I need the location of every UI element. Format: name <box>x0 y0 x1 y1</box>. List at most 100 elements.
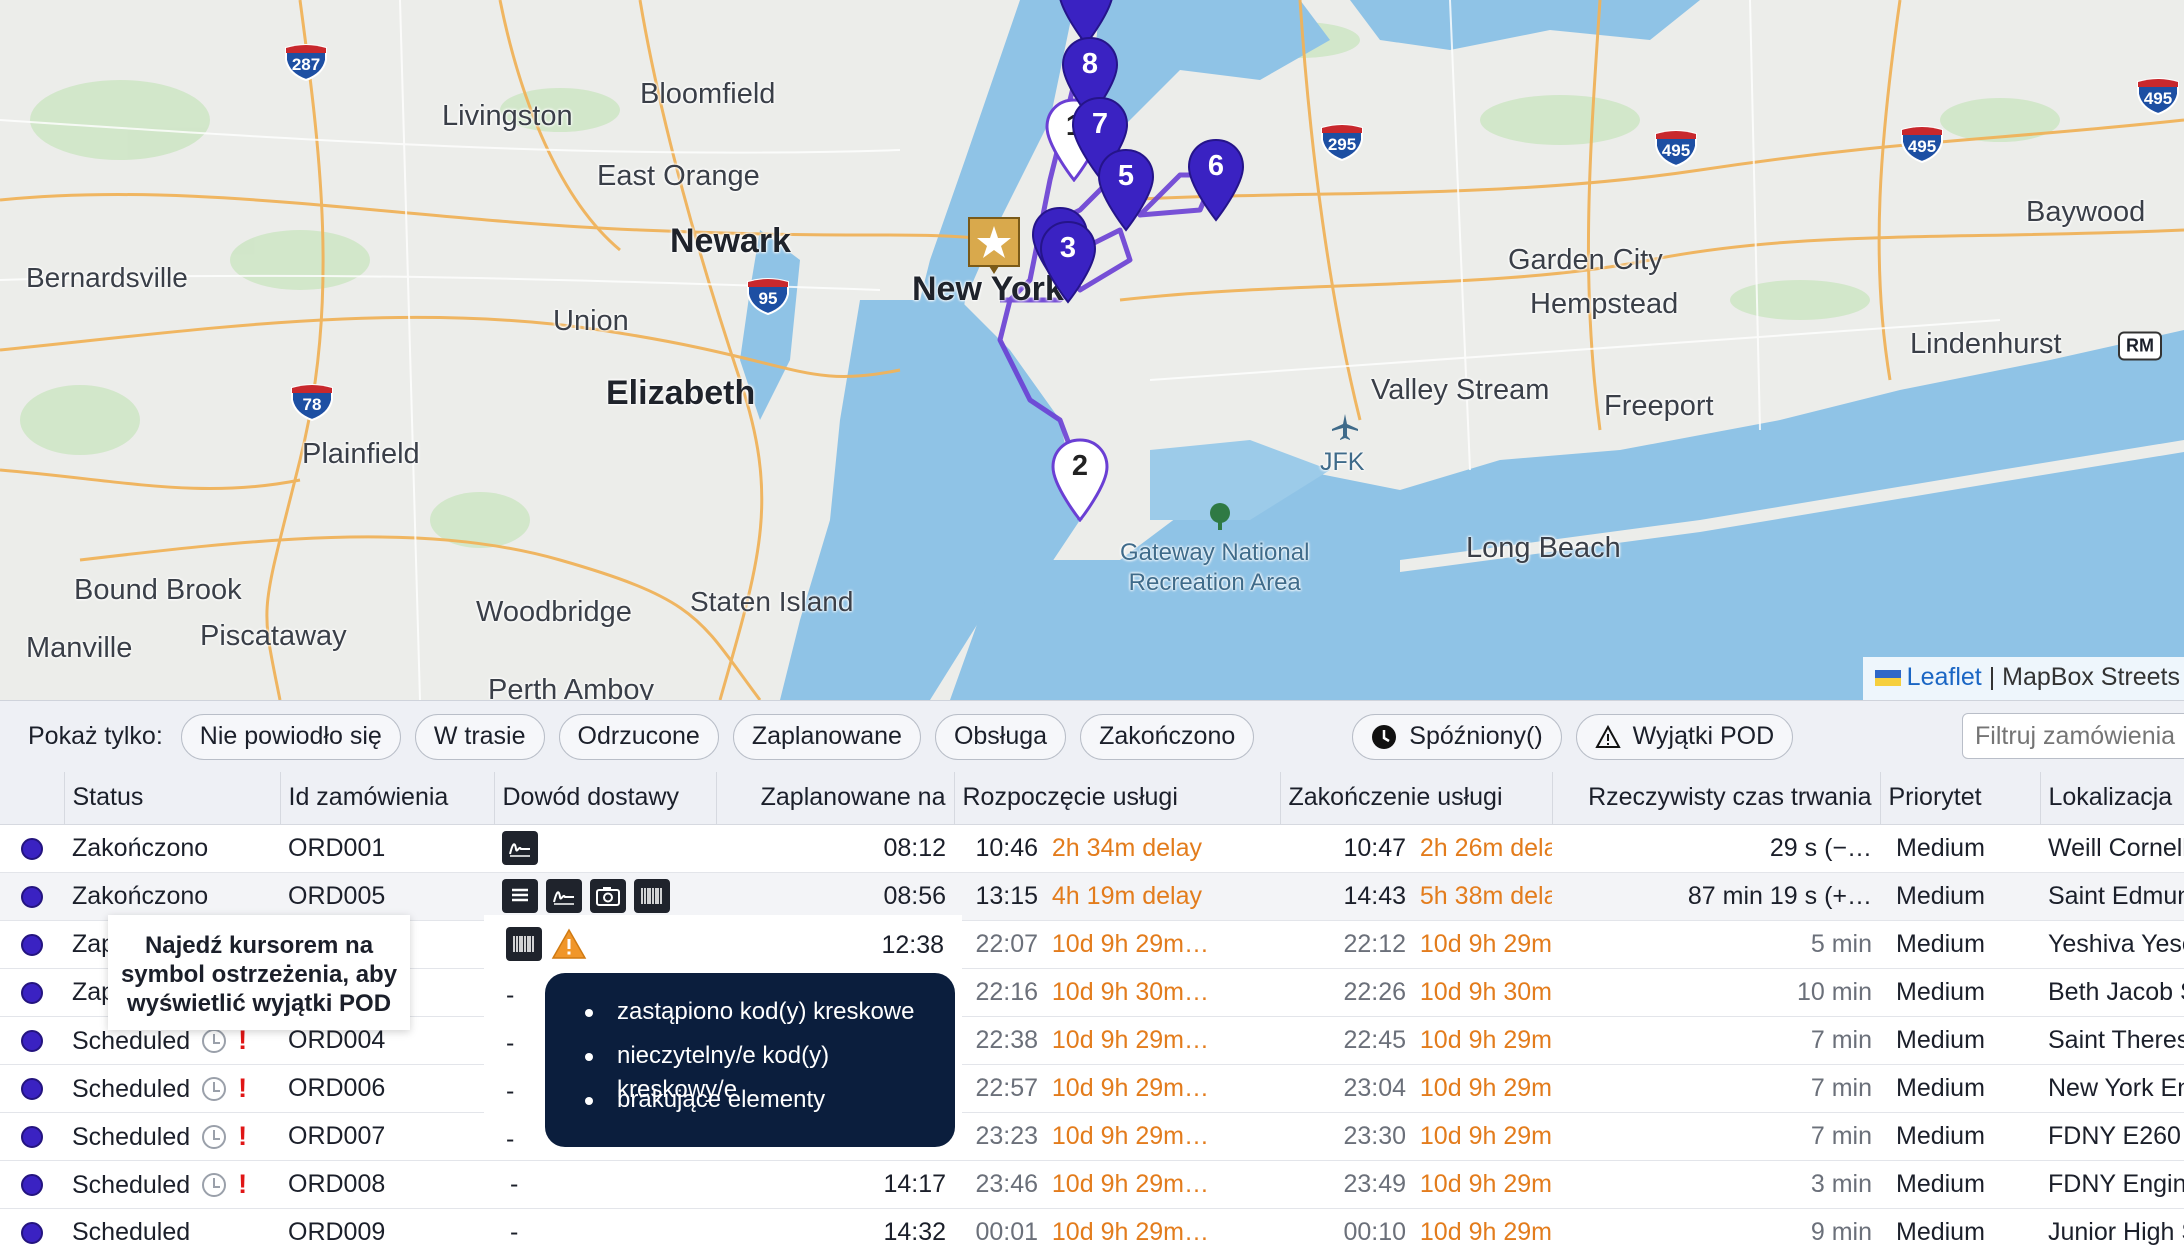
table-row[interactable]: Zakończono ORD005 08:56 13:15 4h 19m del… <box>0 872 2184 921</box>
end-time: 23:30 <box>1343 1121 1406 1150</box>
priority-cell: Medium <box>1880 824 2040 873</box>
start-time: 23:23 <box>975 1121 1038 1150</box>
pod-dash: - <box>506 1125 515 1153</box>
ukraine-flag-icon <box>1874 670 1901 686</box>
alert-exclamation-icon[interactable]: ! <box>238 1121 247 1151</box>
status-dot-cell <box>0 1064 64 1113</box>
service-start-cell: 22:38 10d 9h 29m… <box>954 1016 1280 1065</box>
service-end-cell: 00:10 10d 9h 29m… <box>1280 1208 1552 1254</box>
filter-chip-pod-exceptions[interactable]: Wyjątki POD <box>1575 713 1794 760</box>
status-cell: Scheduled! <box>64 1160 280 1209</box>
status-dot <box>21 837 43 860</box>
column-header-select <box>0 772 65 825</box>
filter-chip-scheduled[interactable]: Zaplanowane <box>732 713 921 760</box>
alert-exclamation-icon[interactable]: ! <box>238 1169 247 1199</box>
status-dot-cell <box>0 1160 64 1209</box>
filter-chip-servicing[interactable]: Obsługa <box>934 713 1067 760</box>
status-dot-cell <box>0 920 64 969</box>
column-header-duration[interactable]: Rzeczywisty czas trwania <box>1552 772 1881 825</box>
pod-exception-item: zastąpiono kod(y) kreskowe <box>585 995 955 1039</box>
park-tree-icon <box>1206 502 1234 532</box>
service-end-cell: 22:26 10d 9h 30m… <box>1280 968 1552 1017</box>
status-dot-cell <box>0 872 64 921</box>
table-row[interactable]: Scheduled! ORD007 - 23:23 10d 9h 29m… 23… <box>0 1112 2184 1161</box>
start-delay: 2h 34m delay <box>1051 833 1203 862</box>
table-header-row: Status Id zamówienia Dowód dostawy Zapla… <box>0 772 2184 825</box>
end-time: 14:43 <box>1343 881 1406 910</box>
planned-cell: 12:38 <box>881 931 944 959</box>
place-label-manville: Manville <box>26 632 133 664</box>
start-time: 23:46 <box>975 1169 1038 1198</box>
column-header-status[interactable]: Status <box>64 772 281 825</box>
status-label: Scheduled <box>72 1122 191 1151</box>
service-start-cell: 00:01 10d 9h 29m… <box>954 1208 1280 1254</box>
duration-cell: 9 min <box>1552 1208 1880 1254</box>
warning-icon[interactable] <box>550 927 588 961</box>
signature-icon[interactable] <box>502 831 538 865</box>
depot-star-marker[interactable] <box>967 216 1021 276</box>
place-label-elizabeth: Elizabeth <box>606 374 756 412</box>
pod-hint-callout: Najedź kursorem na symbol ostrzeżenia, a… <box>108 915 410 1030</box>
filter-title: Pokaż tylko: <box>28 722 163 750</box>
duration-cell: 29 s (−… <box>1552 824 1880 873</box>
column-header-pod[interactable]: Dowód dostawy <box>494 772 717 825</box>
place-label-woodbridge: Woodbridge <box>476 596 632 628</box>
table-row[interactable]: Scheduled! ORD006 - 22:57 10d 9h 29m… 23… <box>0 1064 2184 1113</box>
priority-cell: Medium <box>1880 1208 2040 1254</box>
column-header-service-start[interactable]: Rozpoczęcie usługi <box>954 772 1281 825</box>
service-end-cell: 22:45 10d 9h 29m… <box>1280 1016 1552 1065</box>
stop-marker-5[interactable]: 5 <box>1096 148 1156 232</box>
notes-icon[interactable] <box>502 879 538 913</box>
column-header-order-id[interactable]: Id zamówienia <box>280 772 495 825</box>
column-header-priority[interactable]: Priorytet <box>1880 772 2041 825</box>
column-header-service-end[interactable]: Zakończenie usługi <box>1280 772 1553 825</box>
alert-exclamation-icon[interactable]: ! <box>238 1073 247 1103</box>
start-delay: 10d 9h 30m… <box>1051 977 1209 1006</box>
warning-outline-icon <box>1594 724 1621 749</box>
status-label: Scheduled <box>72 1170 191 1199</box>
route-map[interactable]: Livingston Bloomfield East Orange Newark… <box>0 0 2184 700</box>
start-delay: 4h 19m delay <box>1051 881 1203 910</box>
stop-number: 8 <box>1081 48 1099 80</box>
attribution-separator: | <box>1988 663 1996 691</box>
signature-icon[interactable] <box>546 879 582 913</box>
filter-chip-rejected[interactable]: Odrzucone <box>558 713 719 760</box>
stop-number: 2 <box>1071 450 1089 482</box>
stop-marker-3[interactable]: 3 <box>1038 220 1098 304</box>
column-header-planned[interactable]: Zaplanowane na <box>716 772 955 825</box>
pod-dash: - <box>506 1077 515 1105</box>
filter-chip-completed[interactable]: Zakończono <box>1080 713 1255 760</box>
clock-icon <box>202 1172 227 1197</box>
location-cell: Beth Jacob S <box>2040 968 2184 1017</box>
barcode-icon[interactable] <box>506 927 542 961</box>
stop-marker-6[interactable]: 6 <box>1186 138 1246 222</box>
table-row[interactable]: Scheduled ORD009 - 14:32 00:01 10d 9h 29… <box>0 1208 2184 1254</box>
order-id-cell: ORD006 <box>280 1064 494 1113</box>
service-end-cell: 22:12 10d 9h 29m… <box>1280 920 1552 969</box>
filter-chip-failed[interactable]: Nie powiodło się <box>180 713 401 760</box>
stop-marker-2[interactable]: 2 <box>1050 438 1110 522</box>
column-header-location[interactable]: Lokalizacja <box>2040 772 2184 825</box>
photo-icon[interactable] <box>590 879 626 913</box>
route-rm-shield: RM <box>2118 331 2162 361</box>
place-label-hempstead: Hempstead <box>1530 288 1679 320</box>
table-row[interactable]: Scheduled! ORD008 - 14:17 23:46 10d 9h 2… <box>0 1160 2184 1209</box>
planned-cell: 14:17 <box>716 1160 954 1209</box>
order-filter-input[interactable] <box>1962 713 2184 759</box>
shield-number: 295 <box>1327 135 1357 154</box>
status-dot-cell <box>0 824 64 873</box>
filter-chip-in-transit[interactable]: W trasie <box>414 713 545 760</box>
filter-chip-late[interactable]: Spóźniony() <box>1352 713 1562 760</box>
barcode-icon[interactable] <box>634 879 670 913</box>
pod-exception-icons <box>506 927 588 961</box>
airport-icon <box>1330 412 1360 442</box>
interstate-287-shield: 287 <box>283 42 329 82</box>
place-label-garden-city: Garden City <box>1508 244 1663 276</box>
pod-cell <box>494 872 716 921</box>
start-delay: 10d 9h 29m… <box>1051 1121 1209 1150</box>
status-dot <box>21 933 43 956</box>
table-row[interactable]: Zakończono ORD001 08:12 10:46 2h 34m del… <box>0 824 2184 873</box>
leaflet-link[interactable]: Leaflet <box>1907 663 1982 691</box>
location-cell: FDNY E260 <box>2040 1112 2184 1161</box>
place-label-freeport: Freeport <box>1604 390 1714 422</box>
